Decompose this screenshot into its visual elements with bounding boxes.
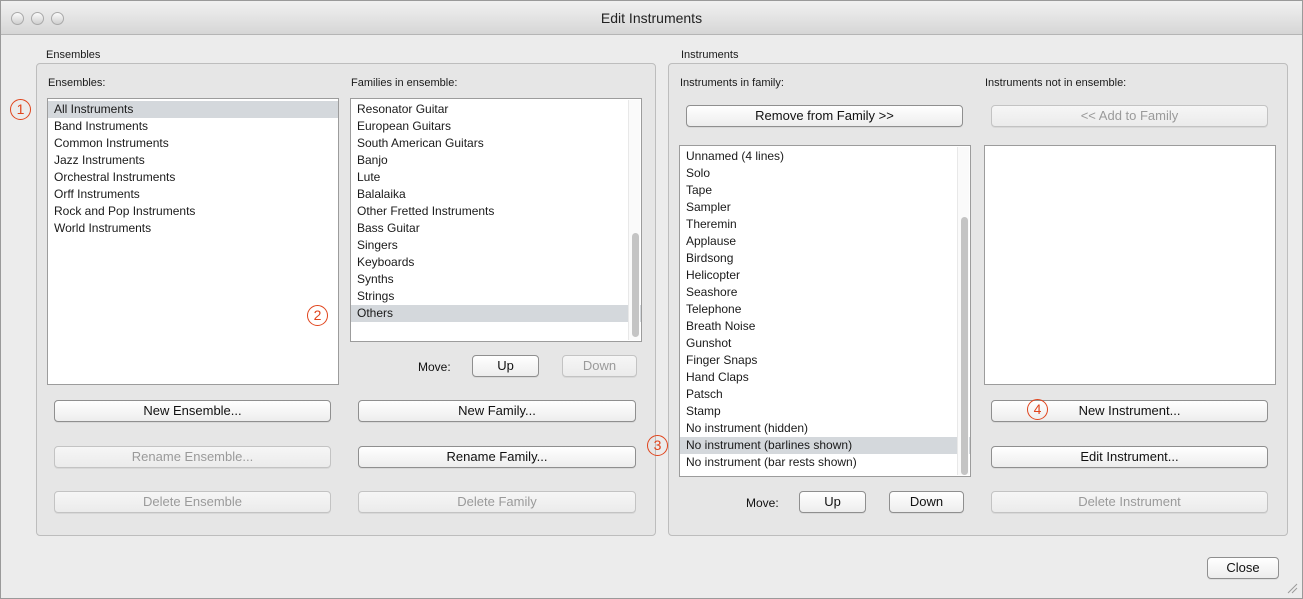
instruments-not-in-ensemble-list[interactable] [984,145,1276,385]
window-title: Edit Instruments [600,10,703,26]
ensemble-list-item[interactable]: Common Instruments [48,135,338,152]
new-ensemble-button[interactable]: New Ensemble... [54,400,331,422]
family-list-item[interactable]: Resonator Guitar [351,101,641,118]
ensemble-list-item[interactable]: World Instruments [48,220,338,237]
instrument-list-item[interactable]: Helicopter [680,267,970,284]
instrument-list-item[interactable]: Breath Noise [680,318,970,335]
ensemble-list-item[interactable]: Rock and Pop Instruments [48,203,338,220]
remove-from-family-button[interactable]: Remove from Family >> [686,105,963,127]
family-list-item[interactable]: Keyboards [351,254,641,271]
close-button[interactable]: Close [1207,557,1279,579]
ensemble-list-item[interactable]: Orchestral Instruments [48,169,338,186]
ensemble-list-item[interactable]: All Instruments [48,101,338,118]
family-list-item[interactable]: Banjo [351,152,641,169]
instrument-list-item[interactable]: Applause [680,233,970,250]
instrument-list-item[interactable]: Hand Claps [680,369,970,386]
callout-1: 1 [10,99,31,120]
instruments-in-family-list[interactable]: Unnamed (4 lines) Solo Tape Sampler Theremin… [679,145,971,477]
ensembles-group-title: Ensembles [46,49,101,61]
title-bar[interactable]: Edit Instruments [1,1,1302,35]
family-list-item[interactable]: Other Fretted Instruments [351,203,641,220]
families-list[interactable]: Resonator Guitar European Guitars South Am… [350,98,642,342]
family-list-item[interactable]: Bass Guitar [351,220,641,237]
delete-ensemble-button[interactable]: Delete Ensemble [54,491,331,513]
instruments-in-family-label: Instruments in family: [680,77,784,89]
instrument-down-button[interactable]: Down [889,491,964,513]
family-list-item[interactable]: Synths [351,271,641,288]
callout-3: 3 [647,435,668,456]
instruments-move-label: Move: [746,496,779,510]
instrument-list-item[interactable]: No instrument (hidden) [680,420,970,437]
family-down-button[interactable]: Down [562,355,637,377]
instrument-list-item[interactable]: Finger Snaps [680,352,970,369]
resize-grip-icon[interactable] [1287,583,1298,594]
instruments-group-title: Instruments [681,49,739,61]
instruments-scrollbar[interactable] [957,147,969,475]
instrument-list-item[interactable]: Gunshot [680,335,970,352]
add-to-family-button[interactable]: << Add to Family [991,105,1268,127]
family-list-item[interactable]: Strings [351,288,641,305]
instruments-not-in-ensemble-label: Instruments not in ensemble: [985,77,1127,89]
rename-ensemble-button[interactable]: Rename Ensemble... [54,446,331,468]
ensembles-label: Ensembles: [48,77,106,89]
instrument-list-item[interactable]: Solo [680,165,970,182]
new-family-button[interactable]: New Family... [358,400,636,422]
family-list-item[interactable]: Singers [351,237,641,254]
family-up-button[interactable]: Up [472,355,539,377]
rename-family-button[interactable]: Rename Family... [358,446,636,468]
family-list-item[interactable]: European Guitars [351,118,641,135]
instrument-list-item[interactable]: Stamp [680,403,970,420]
edit-instruments-window: Edit Instruments Ensembles Ensembles: Al… [0,0,1303,599]
family-list-item[interactable]: Others [351,305,641,322]
callout-4: 4 [1027,399,1048,420]
family-list-item[interactable]: Lute [351,169,641,186]
families-label: Families in ensemble: [351,77,458,89]
delete-family-button[interactable]: Delete Family [358,491,636,513]
instrument-list-item[interactable]: Unnamed (4 lines) [680,148,970,165]
instruments-scroll-thumb[interactable] [961,217,968,475]
ensemble-list-item[interactable]: Orff Instruments [48,186,338,203]
instrument-list-item[interactable]: No instrument (barlines shown) [680,437,970,454]
instrument-list-item[interactable]: Birdsong [680,250,970,267]
edit-instrument-button[interactable]: Edit Instrument... [991,446,1268,468]
instrument-list-item[interactable]: Patsch [680,386,970,403]
instrument-list-item[interactable]: Tape [680,182,970,199]
instrument-list-item[interactable]: No instrument (bar rests shown) [680,454,970,471]
delete-instrument-button[interactable]: Delete Instrument [991,491,1268,513]
instrument-list-item[interactable]: Sampler [680,199,970,216]
callout-2: 2 [307,305,328,326]
ensembles-list[interactable]: All Instruments Band Instruments Common In… [47,98,339,385]
instrument-list-item[interactable]: Theremin [680,216,970,233]
families-scrollbar[interactable] [628,100,640,340]
instrument-list-item[interactable]: Telephone [680,301,970,318]
families-move-label: Move: [418,360,451,374]
instrument-list-item[interactable]: Seashore [680,284,970,301]
families-scroll-thumb[interactable] [632,233,639,337]
ensemble-list-item[interactable]: Jazz Instruments [48,152,338,169]
family-list-item[interactable]: South American Guitars [351,135,641,152]
family-list-item[interactable]: Balalaika [351,186,641,203]
instrument-up-button[interactable]: Up [799,491,866,513]
ensemble-list-item[interactable]: Band Instruments [48,118,338,135]
